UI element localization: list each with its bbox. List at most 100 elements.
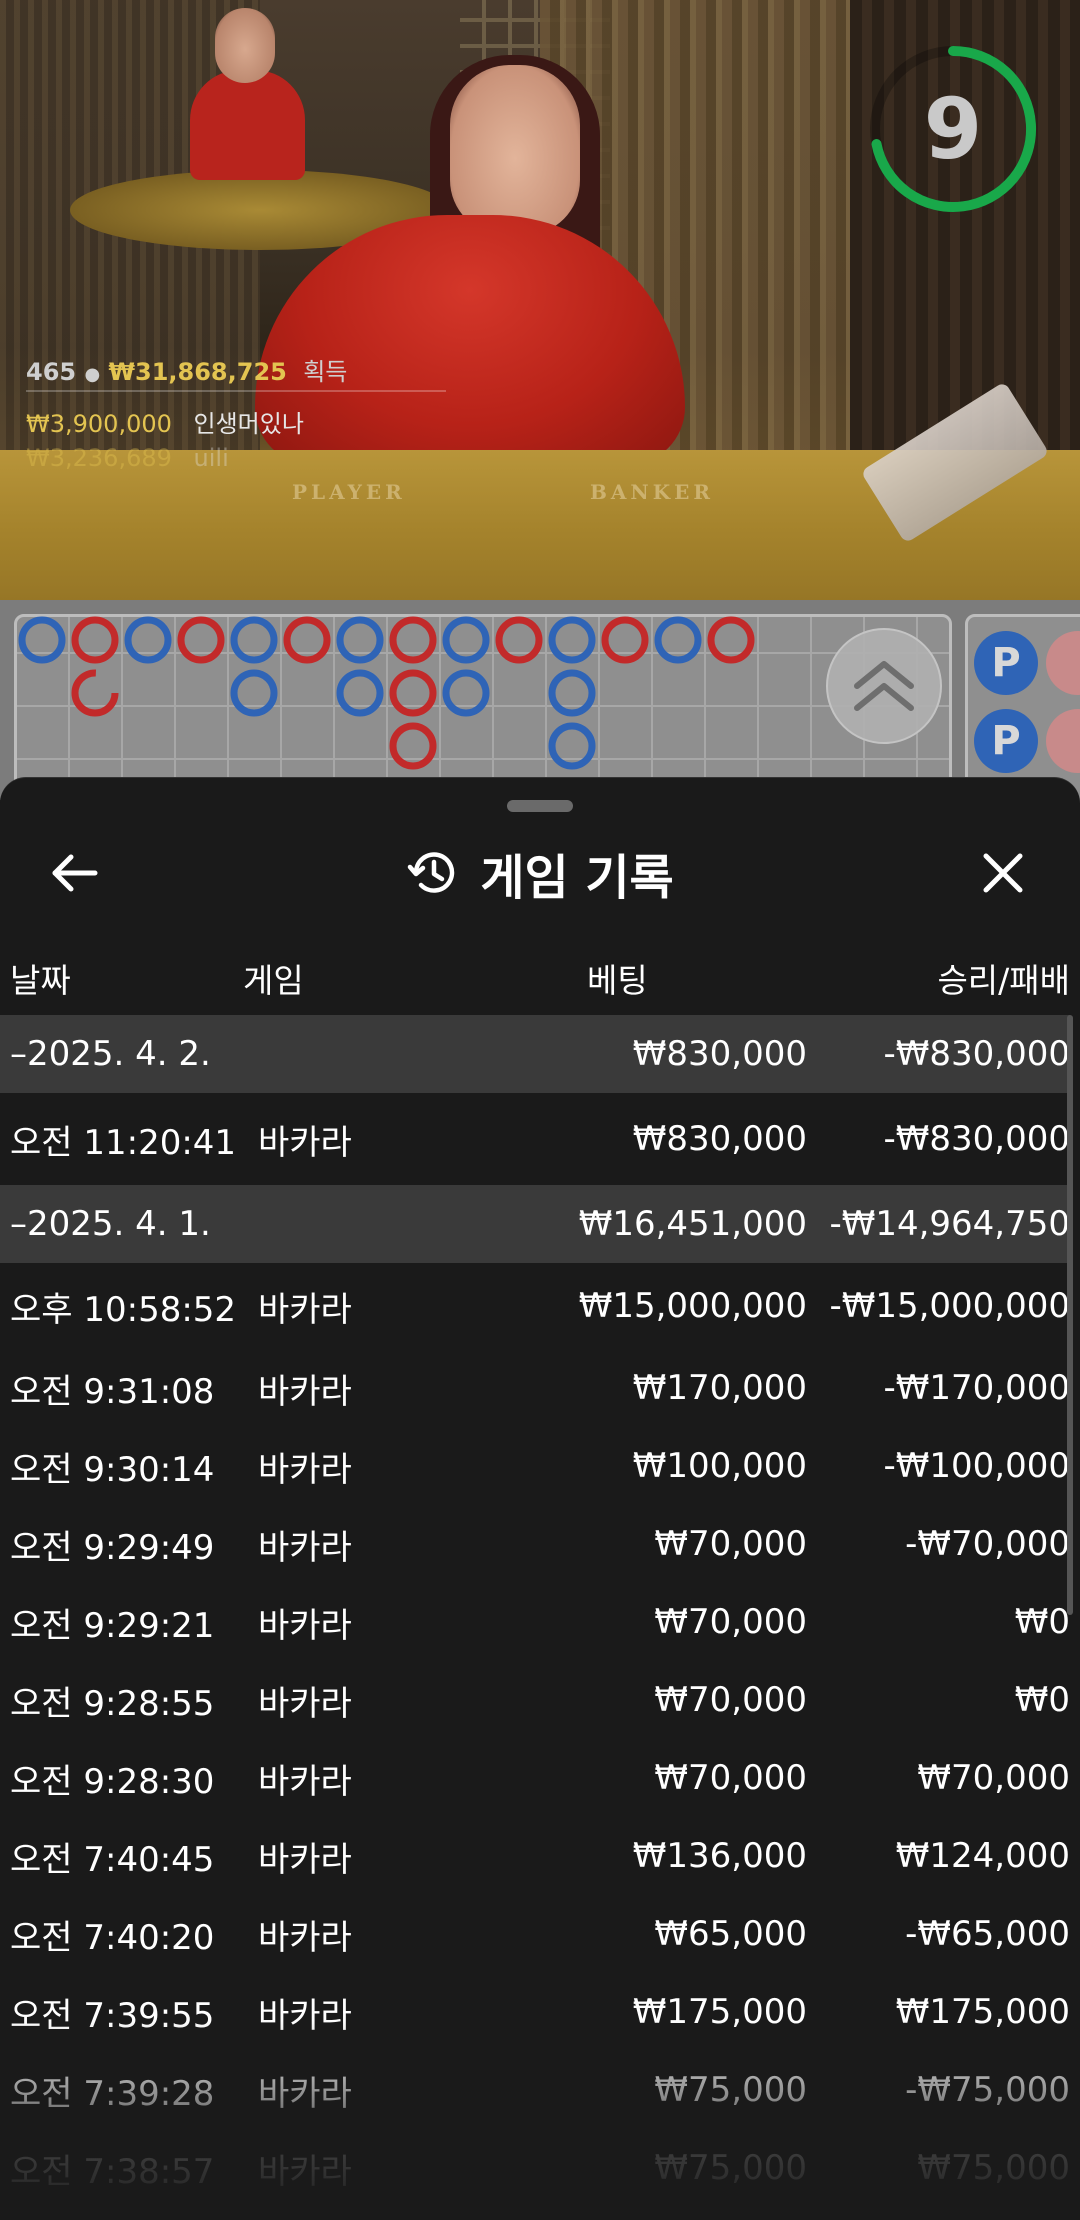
banker-bead bbox=[389, 616, 437, 664]
history-row[interactable]: 오전 9:28:55 바카라 ₩70,000 ₩0 bbox=[0, 1661, 1070, 1739]
row-time: 오전 9:29:21 bbox=[10, 1605, 215, 1646]
history-row[interactable]: 오전 7:40:45 바카라 ₩136,000 ₩124,000 bbox=[0, 1817, 1070, 1895]
player-bead bbox=[336, 616, 384, 664]
row-win-loss: ₩124,000 bbox=[895, 1836, 1070, 1876]
expand-roadmap-button[interactable] bbox=[826, 628, 942, 744]
banker-bead bbox=[389, 722, 437, 770]
banker-bead bbox=[177, 616, 225, 664]
history-row[interactable]: 오전 9:31:08 바카라 ₩170,000 -₩170,000 bbox=[0, 1349, 1070, 1427]
sheet-title: 게임 기록 bbox=[480, 850, 674, 906]
win-feed-name: 인생머있나 bbox=[193, 410, 304, 438]
row-bet: ₩15,000,000 bbox=[578, 1286, 807, 1326]
row-win-loss: -₩65,000 bbox=[905, 1914, 1070, 1954]
history-row[interactable]: 오전 7:38:57 바카라 ₩75,000 ₩75,000 bbox=[0, 2129, 1070, 2207]
row-bet: ₩70,000 bbox=[654, 1602, 807, 1642]
group-bet-total: ₩16,451,000 bbox=[578, 1204, 807, 1244]
history-row[interactable]: 오전 9:28:30 바카라 ₩70,000 ₩70,000 bbox=[0, 1739, 1070, 1817]
history-row[interactable]: 오전 7:39:55 바카라 ₩175,000 ₩175,000 bbox=[0, 1973, 1070, 2051]
background-dealer-head bbox=[215, 8, 275, 83]
row-game: 바카라 bbox=[258, 1917, 352, 1958]
row-bet: ₩70,000 bbox=[654, 1758, 807, 1798]
column-header-win-loss: 승리/패배 bbox=[937, 961, 1070, 1000]
history-icon bbox=[408, 852, 455, 893]
row-time: 오전 9:31:08 bbox=[10, 1371, 215, 1412]
winners-count: 465 bbox=[26, 358, 77, 386]
divider bbox=[26, 390, 446, 392]
banker-table-label: BANKER bbox=[590, 480, 714, 504]
row-time: 오전 7:40:20 bbox=[10, 1917, 215, 1958]
row-time: 오전 7:39:55 bbox=[10, 1995, 215, 2036]
row-win-loss: -₩170,000 bbox=[883, 1368, 1071, 1408]
column-header-bet: 베팅 bbox=[587, 961, 648, 1000]
row-time: 오전 9:29:49 bbox=[10, 1527, 215, 1568]
history-row[interactable]: 오후 10:58:52 바카라 ₩15,000,000 -₩15,000,000 bbox=[0, 1263, 1070, 1349]
column-header-date: 날짜 bbox=[10, 961, 71, 1000]
history-row[interactable]: 오전 11:20:41 바카라 ₩830,000 -₩830,000 bbox=[0, 1093, 1070, 1185]
row-game: 바카라 bbox=[258, 1122, 352, 1163]
row-game: 바카라 bbox=[258, 2151, 352, 2192]
row-win-loss: ₩70,000 bbox=[917, 1758, 1070, 1798]
row-win-loss: ₩75,000 bbox=[917, 2148, 1070, 2188]
player-bead bbox=[442, 669, 490, 717]
back-button[interactable] bbox=[40, 838, 110, 908]
win-feed-item: ₩3,236,689 uili bbox=[26, 444, 229, 472]
history-row[interactable]: 오전 7:40:20 바카라 ₩65,000 -₩65,000 bbox=[0, 1895, 1070, 1973]
row-time: 오전 9:28:55 bbox=[10, 1683, 215, 1724]
dealer-face bbox=[450, 65, 580, 235]
row-time: 오전 7:39:28 bbox=[10, 2073, 215, 2114]
row-time: 오전 9:30:14 bbox=[10, 1449, 215, 1490]
date-group-row[interactable]: –2025. 4. 1. ₩16,451,000 -₩14,964,750 bbox=[0, 1185, 1070, 1263]
background-dealer bbox=[190, 70, 305, 180]
player-bead bbox=[654, 616, 702, 664]
win-feed-amount: ₩3,900,000 bbox=[26, 410, 172, 438]
win-feed-item: ₩3,900,000 인생머있나 bbox=[26, 404, 304, 439]
banker-bead bbox=[389, 669, 437, 717]
sheet-drag-handle[interactable] bbox=[507, 800, 573, 812]
banker-bead bbox=[495, 616, 543, 664]
close-button[interactable] bbox=[968, 838, 1038, 908]
date-group-row[interactable]: –2025. 4. 2. ₩830,000 -₩830,000 bbox=[0, 1015, 1070, 1093]
row-win-loss: ₩0 bbox=[1014, 1602, 1070, 1642]
player-bead-icon: P bbox=[974, 709, 1038, 773]
player-bead bbox=[230, 669, 278, 717]
column-header-game: 게임 bbox=[243, 961, 304, 1000]
live-video-feed: PLAYER BANKER 9 465 ● ₩31,868,725 획득 ₩3,… bbox=[0, 0, 1080, 600]
row-time: 오후 10:58:52 bbox=[10, 1289, 237, 1330]
row-game: 바카라 bbox=[258, 1683, 352, 1724]
row-bet: ₩70,000 bbox=[654, 1680, 807, 1720]
history-list[interactable]: –2025. 4. 2. ₩830,000 -₩830,000 오전 11:20… bbox=[0, 1015, 1080, 2207]
history-row[interactable]: 오전 9:29:49 바카라 ₩70,000 -₩70,000 bbox=[0, 1505, 1070, 1583]
player-bead bbox=[548, 669, 596, 717]
user-icon: ● bbox=[84, 364, 101, 385]
history-row[interactable]: 오전 9:29:21 바카라 ₩70,000 ₩0 bbox=[0, 1583, 1070, 1661]
banker-bead bbox=[71, 669, 119, 717]
banker-bead bbox=[707, 616, 755, 664]
row-bet: ₩170,000 bbox=[632, 1368, 807, 1408]
group-win-loss-total: -₩830,000 bbox=[883, 1034, 1071, 1074]
scrollbar[interactable] bbox=[1067, 1015, 1073, 1615]
row-bet: ₩136,000 bbox=[632, 1836, 807, 1876]
history-row[interactable]: 오전 9:30:14 바카라 ₩100,000 -₩100,000 bbox=[0, 1427, 1070, 1505]
history-row[interactable]: 오전 7:39:28 바카라 ₩75,000 -₩75,000 bbox=[0, 2051, 1070, 2129]
row-game: 바카라 bbox=[258, 1527, 352, 1568]
row-bet: ₩100,000 bbox=[632, 1446, 807, 1486]
sheet-header: 게임 기록 bbox=[0, 838, 1080, 908]
row-game: 바카라 bbox=[258, 1995, 352, 2036]
row-win-loss: -₩70,000 bbox=[905, 1524, 1070, 1564]
player-bead bbox=[18, 616, 66, 664]
row-game: 바카라 bbox=[258, 1371, 352, 1412]
group-date: –2025. 4. 1. bbox=[10, 1204, 211, 1244]
banker-bead bbox=[283, 616, 331, 664]
double-chevron-up-icon bbox=[854, 661, 914, 711]
player-bead bbox=[230, 616, 278, 664]
row-bet: ₩830,000 bbox=[632, 1119, 807, 1159]
row-win-loss: -₩830,000 bbox=[883, 1119, 1071, 1159]
row-time: 오전 11:20:41 bbox=[10, 1122, 237, 1163]
row-bet: ₩75,000 bbox=[654, 2070, 807, 2110]
group-date: –2025. 4. 2. bbox=[10, 1034, 211, 1074]
banker-bead-icon bbox=[1046, 709, 1080, 773]
row-time: 오전 9:28:30 bbox=[10, 1761, 215, 1802]
banker-bead bbox=[71, 616, 119, 664]
player-bead bbox=[336, 669, 384, 717]
row-bet: ₩75,000 bbox=[654, 2148, 807, 2188]
